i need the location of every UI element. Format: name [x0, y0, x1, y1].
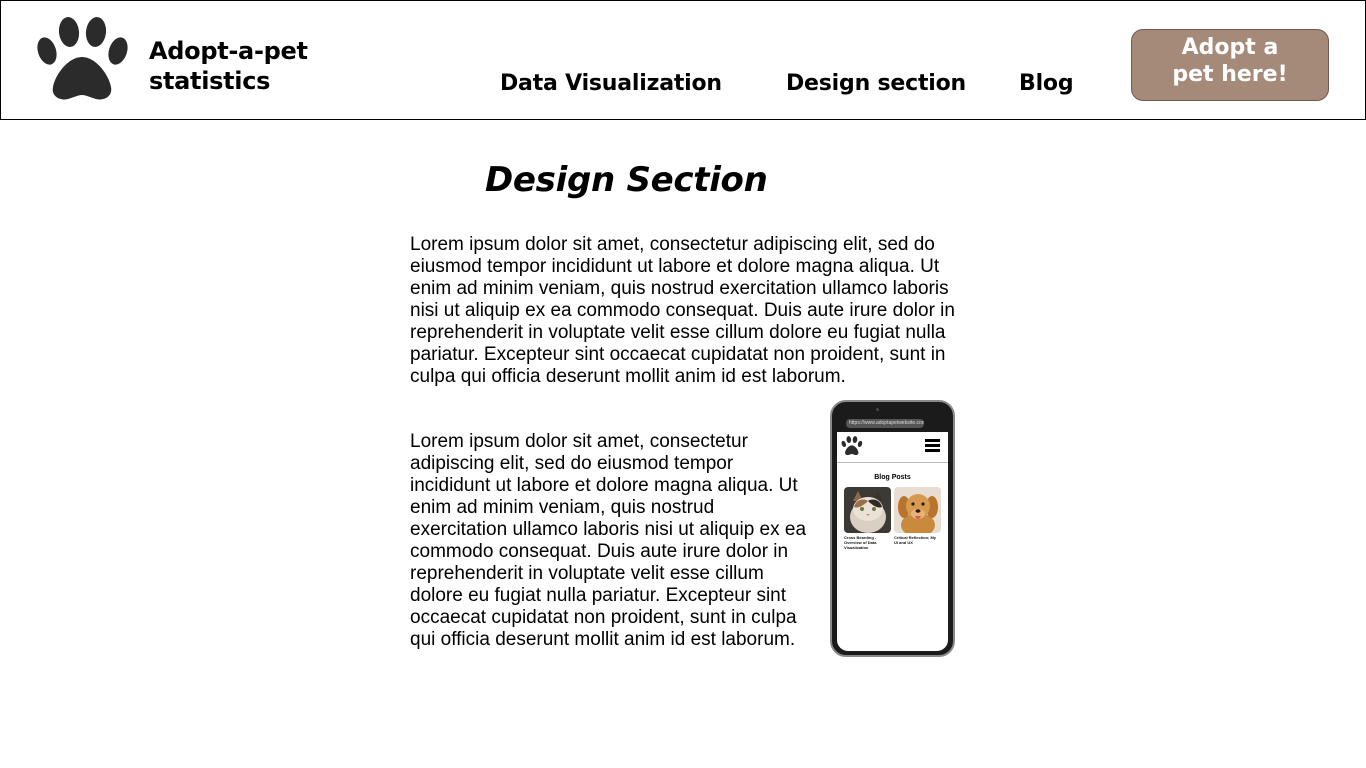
- phone-blog-card: Critical Reflection: My UI and UX: [894, 487, 941, 545]
- phone-blog-heading: Blog Posts: [874, 474, 911, 481]
- dog-photo-icon: [894, 487, 941, 533]
- cat-photo-icon: [844, 487, 891, 533]
- paw-icon: [841, 436, 863, 456]
- site-header: Adopt-a-pet statistics Data Visualizatio…: [0, 0, 1366, 120]
- paw-icon[interactable]: [35, 17, 131, 103]
- page-title: Design Section: [485, 160, 768, 200]
- phone-mockup: https://www.adoptapetwebsite.com Blog Po…: [830, 400, 955, 657]
- phone-blog-card: Cross Bearding - Overview of Data Visual…: [844, 487, 891, 550]
- phone-screen: Blog Posts Cross Bearding - Overview of …: [837, 432, 948, 651]
- phone-header-divider: [837, 462, 948, 463]
- phone-camera: [876, 408, 879, 411]
- intro-paragraph: Lorem ipsum dolor sit amet, consectetur …: [410, 234, 955, 387]
- brand-line-1: Adopt-a-pet: [149, 37, 308, 65]
- adopt-pet-button[interactable]: Adopt a pet here!: [1131, 29, 1329, 101]
- nav-design-section[interactable]: Design section: [786, 69, 966, 99]
- nav-data-visualization[interactable]: Data Visualization: [500, 69, 722, 99]
- phone-card-caption: Critical Reflection: My UI and UX: [894, 535, 937, 545]
- phone-url-bar: https://www.adoptapetwebsite.com: [846, 419, 924, 428]
- brand-line-2: statistics: [149, 67, 271, 95]
- phone-card-caption: Cross Bearding - Overview of Data Visual…: [844, 535, 877, 550]
- adopt-button-line-1: Adopt a: [1181, 35, 1279, 60]
- hamburger-menu-icon: [925, 439, 940, 453]
- site-brand[interactable]: Adopt-a-pet statistics: [149, 36, 308, 96]
- body-paragraph: Lorem ipsum dolor sit amet, consectetur …: [410, 431, 807, 650]
- adopt-button-line-2: pet here!: [1172, 62, 1288, 87]
- nav-blog[interactable]: Blog: [1019, 69, 1074, 99]
